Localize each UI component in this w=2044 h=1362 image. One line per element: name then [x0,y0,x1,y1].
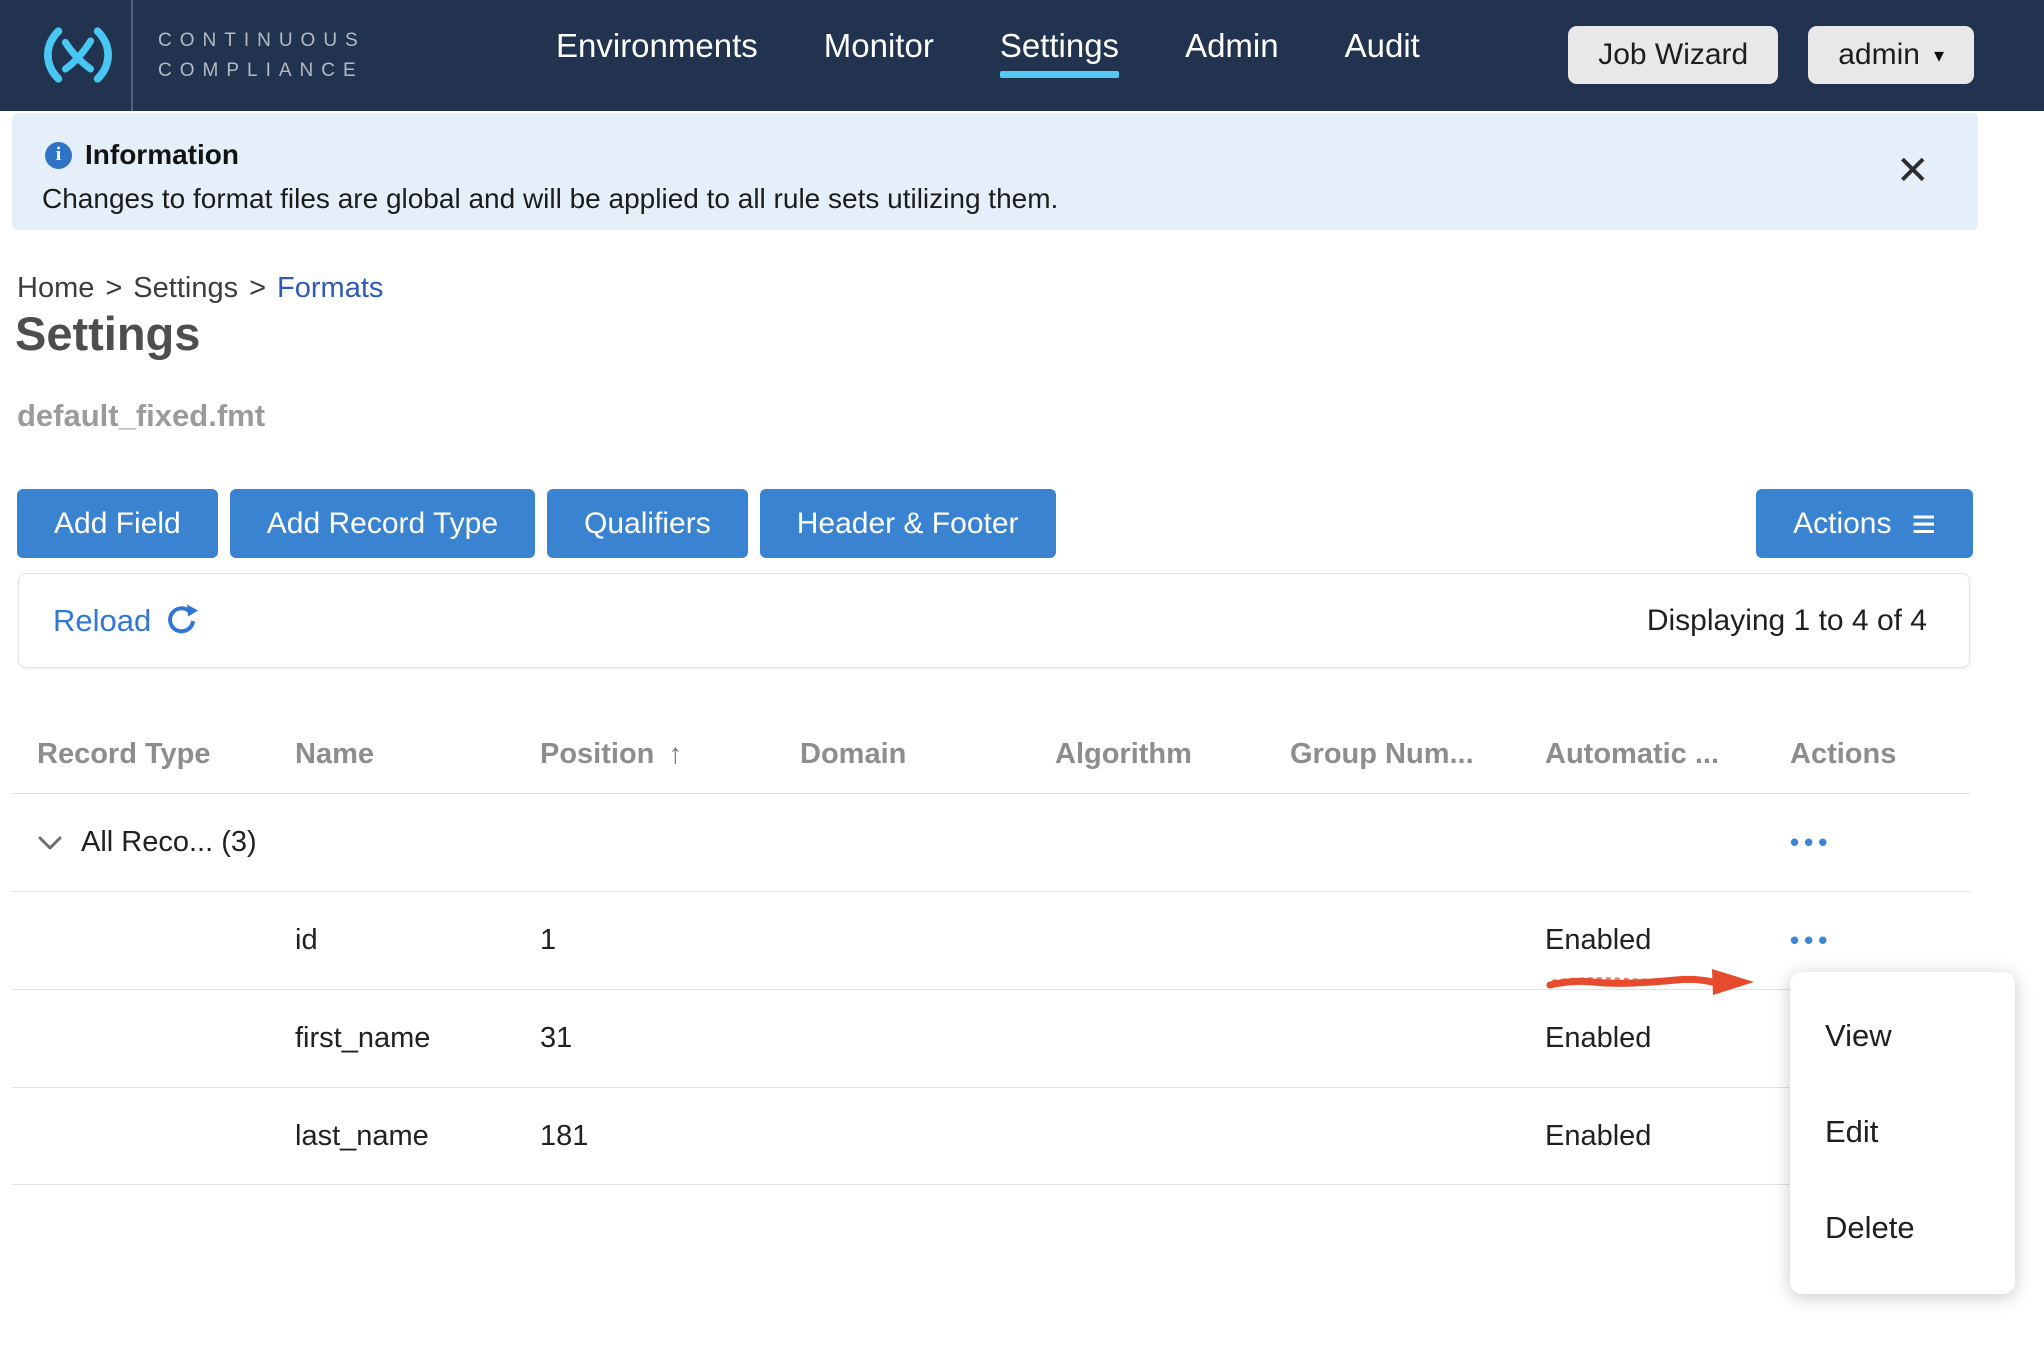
annotation-arrow-icon [1546,958,1761,1007]
table-header-row: Record Type Name Position ↑ Domain Algor… [12,715,1970,793]
column-header-automatic[interactable]: Automatic ... [1545,738,1790,771]
close-icon[interactable]: ✕ [1896,151,1930,191]
nav-item-settings[interactable]: Settings [1000,28,1119,78]
column-header-record-type[interactable]: Record Type [37,738,295,771]
actions-cell: ••• [1790,924,1970,957]
job-wizard-label: Job Wizard [1598,38,1748,72]
breadcrumb-separator: > [249,272,266,305]
banner-title: Information [85,139,239,171]
automatic-cell: Enabled [1545,1120,1790,1153]
brand-wordmark: CONTINUOUS COMPLIANCE [158,26,366,86]
reload-button[interactable]: Reload [53,574,199,667]
brand-logo-icon[interactable] [36,16,120,99]
breadcrumb-separator: > [105,272,122,305]
hamburger-icon: ≡ [1911,509,1936,539]
nav-item-admin[interactable]: Admin [1185,28,1279,78]
banner-header: i Information [45,139,239,171]
menu-item-delete[interactable]: Delete [1790,1180,2015,1276]
banner-message: Changes to format files are global and w… [42,183,1058,215]
information-banner: i Information Changes to format files ar… [12,113,1978,230]
displaying-count: Displaying 1 to 4 of 4 [1647,574,1927,667]
position-cell: 31 [540,1022,800,1055]
settings-formats-page: CONTINUOUS COMPLIANCE Environments Monit… [0,0,2044,1362]
row-actions-ellipsis-icon[interactable]: ••• [1790,827,1832,858]
add-field-button[interactable]: Add Field [17,489,218,558]
column-header-actions-label: Actions [1790,738,1896,771]
sort-ascending-icon: ↑ [668,738,682,770]
name-cell: id [295,924,540,957]
automatic-cell: Enabled [1545,1022,1790,1055]
column-header-position-label: Position [540,738,654,771]
header-footer-button[interactable]: Header & Footer [760,489,1056,558]
fields-table: Record Type Name Position ↑ Domain Algor… [12,715,1970,1185]
nav-item-environments[interactable]: Environments [556,28,758,78]
brand-line1: CONTINUOUS [158,26,366,56]
table-row-group: All Reco... (3) ••• [12,793,1970,891]
column-header-position[interactable]: Position ↑ [540,738,800,771]
column-header-group-number[interactable]: Group Num... [1290,738,1545,771]
actions-cell: ••• [1790,826,1970,859]
record-type-label: All Reco... (3) [81,826,257,859]
navbar-right-group: Job Wizard admin ▾ [1568,26,1974,84]
navbar-divider [131,0,133,111]
job-wizard-button[interactable]: Job Wizard [1568,26,1778,84]
position-cell: 1 [540,924,800,957]
format-toolbar: Add Field Add Record Type Qualifiers Hea… [17,489,1056,558]
add-record-type-button[interactable]: Add Record Type [230,489,535,558]
automatic-cell: Enabled [1545,924,1790,957]
column-header-algorithm[interactable]: Algorithm [1055,738,1290,771]
table-row-field-last-name: last_name 181 Enabled [12,1087,1970,1185]
name-cell: first_name [295,1022,540,1055]
main-navigation: Environments Monitor Settings Admin Audi… [556,28,1420,78]
column-header-domain[interactable]: Domain [800,738,1055,771]
name-cell: last_name [295,1120,540,1153]
breadcrumb-formats[interactable]: Formats [277,272,383,305]
breadcrumb-home[interactable]: Home [17,272,94,305]
column-header-name[interactable]: Name [295,738,540,771]
format-file-name: default_fixed.fmt [17,398,265,434]
chevron-down-icon[interactable] [37,835,63,851]
reload-icon [165,604,199,638]
breadcrumb: Home > Settings > Formats [17,272,383,305]
column-header-actions: Actions [1790,738,1970,771]
caret-down-icon: ▾ [1934,43,1944,68]
page-title: Settings [15,306,200,361]
menu-item-edit[interactable]: Edit [1790,1084,2015,1180]
breadcrumb-settings[interactable]: Settings [133,272,238,305]
nav-item-monitor[interactable]: Monitor [824,28,934,78]
top-navbar: CONTINUOUS COMPLIANCE Environments Monit… [0,0,2044,111]
actions-label: Actions [1793,507,1891,541]
info-icon: i [45,142,72,169]
record-type-cell: All Reco... (3) [37,826,295,859]
nav-item-audit[interactable]: Audit [1345,28,1420,78]
reload-label: Reload [53,603,151,639]
position-cell: 181 [540,1120,800,1153]
row-actions-context-menu: View Edit Delete [1790,972,2015,1294]
qualifiers-button[interactable]: Qualifiers [547,489,748,558]
actions-button[interactable]: Actions ≡ [1756,489,1973,558]
brand-line2: COMPLIANCE [158,56,366,86]
user-menu-label: admin [1838,38,1920,72]
row-actions-ellipsis-icon[interactable]: ••• [1790,925,1832,956]
user-menu-button[interactable]: admin ▾ [1808,26,1974,84]
list-controls-bar: Reload Displaying 1 to 4 of 4 [18,573,1970,668]
menu-item-view[interactable]: View [1790,988,2015,1084]
